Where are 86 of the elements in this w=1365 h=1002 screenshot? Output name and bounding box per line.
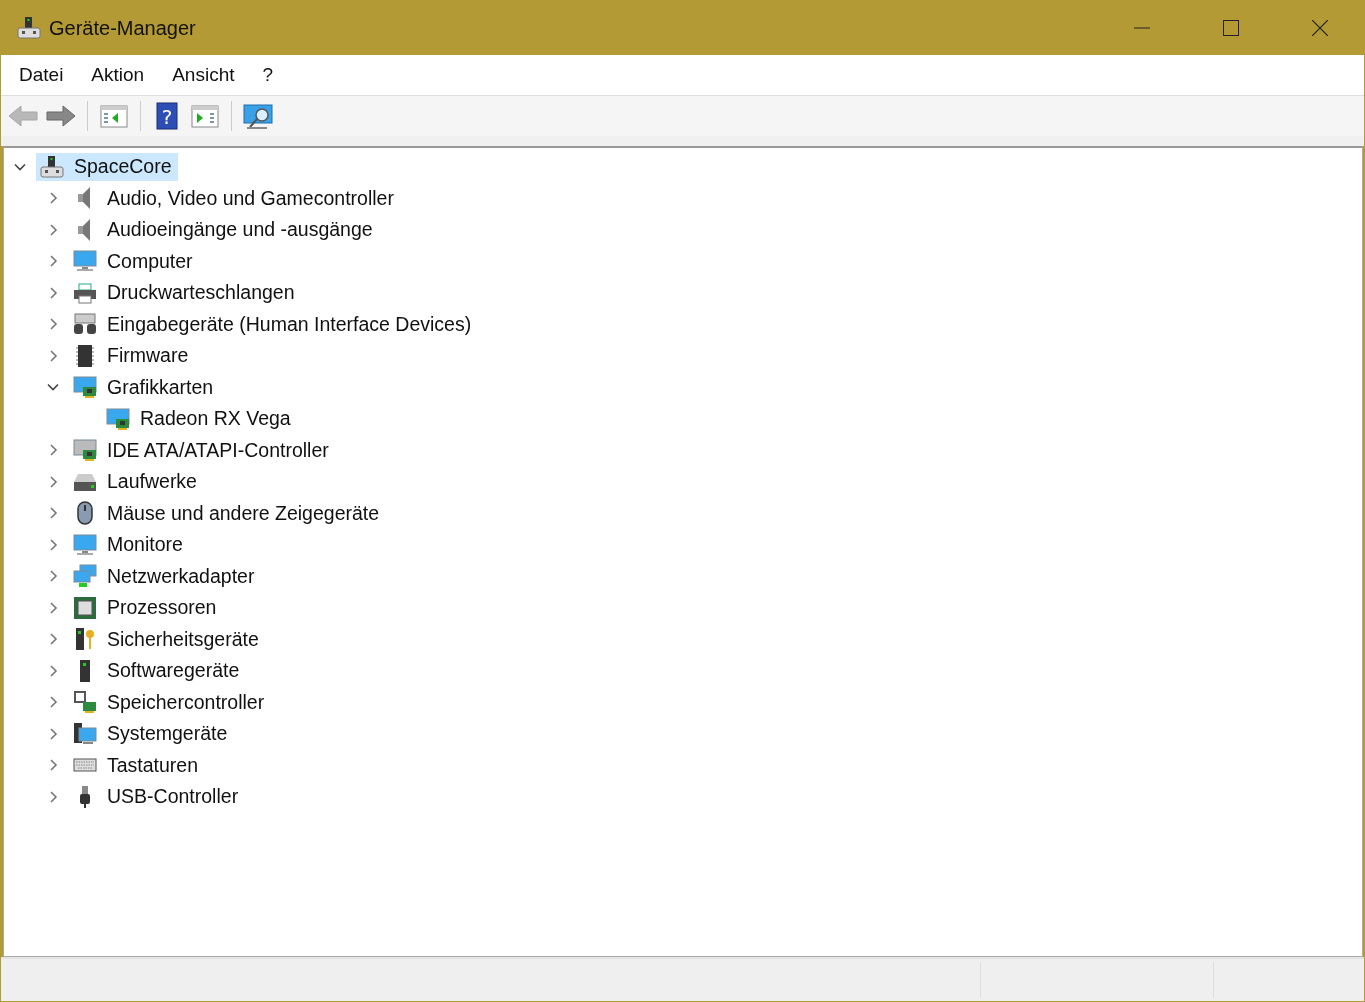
network-icon [73,564,97,589]
tree-item-label: Sicherheitsgeräte [107,627,259,651]
tree-item-label: SpaceCore [74,155,172,179]
expand-chevron-icon[interactable] [47,759,59,772]
display-card-icon [106,406,130,431]
tree-item[interactable]: Netzwerkadapter [69,562,261,591]
expand-chevron-icon[interactable] [47,507,59,520]
tree-item[interactable]: Computer [69,247,199,276]
tree-item[interactable]: Speichercontroller [69,688,271,717]
tree-item[interactable]: Laufwerke [69,467,203,496]
tree-item[interactable]: SpaceCore [36,152,178,181]
tree-item-label: Systemgeräte [107,722,228,746]
tree-item-label: Computer [107,249,193,273]
tree-item-label: Monitore [107,533,183,557]
tree-item-label: Mäuse und andere Zeigegeräte [107,501,380,525]
menu-item[interactable]: ? [262,64,274,86]
expand-chevron-icon[interactable] [47,633,59,646]
menu-item[interactable]: Ansicht [172,64,235,86]
tree-item[interactable]: Tastaturen [69,751,205,780]
menu-item[interactable]: Datei [19,64,64,86]
tree-item-label: Grafikkarten [107,375,214,399]
expand-chevron-icon[interactable] [47,223,59,236]
expand-chevron-icon[interactable] [47,790,59,803]
tree-item-label: Netzwerkadapter [107,564,255,588]
expand-chevron-icon[interactable] [47,696,59,709]
expand-chevron-icon[interactable] [47,286,59,299]
tree-item[interactable]: Eingabegeräte (Human Interface Devices) [69,310,478,339]
tree-item[interactable]: Prozessoren [69,593,223,622]
scan-monitor-icon[interactable] [242,102,274,130]
tree-item-label: Eingabegeräte (Human Interface Devices) [107,312,472,336]
tree-item-label: USB-Controller [107,785,239,809]
computer-node-icon [40,154,64,179]
tree-item[interactable]: Radeon RX Vega [102,404,297,433]
tree-item[interactable]: Druckwarteschlangen [69,278,301,307]
system-icon [73,721,97,746]
monitor-icon [73,249,97,274]
input-device-icon [73,312,97,337]
tree-item-label: Softwaregeräte [107,659,240,683]
tree-item[interactable]: USB-Controller [69,782,245,811]
expand-chevron-icon[interactable] [47,349,59,362]
tree-item-label: IDE ATA/ATAPI-Controller [107,438,329,462]
tree-item[interactable]: Monitore [69,530,189,559]
tree-item[interactable]: Sicherheitsgeräte [69,625,265,654]
tree-item[interactable]: Softwaregeräte [69,656,246,685]
tree-item-label: Firmware [107,344,189,368]
action-pane-icon[interactable] [189,102,221,130]
device-manager-icon [17,16,41,40]
processor-icon [73,595,97,620]
tree-item-label: Tastaturen [107,753,199,777]
expand-chevron-icon[interactable] [47,444,59,457]
tree-item-label: Speichercontroller [107,690,265,714]
expand-chevron-icon[interactable] [47,318,59,331]
expand-chevron-icon[interactable] [47,255,59,268]
tree-item-label: Radeon RX Vega [140,407,291,431]
console-tree-icon[interactable] [98,102,130,130]
tree-item[interactable]: Grafikkarten [69,373,220,402]
tree-item-label: Druckwarteschlangen [107,281,295,305]
tree-item[interactable]: Audioeingänge und -ausgänge [69,215,379,244]
display-card-icon [73,375,97,400]
expand-chevron-icon[interactable] [47,475,59,488]
printer-icon [73,280,97,305]
tree-item[interactable]: Audio, Video und Gamecontroller [69,184,400,213]
tree-item[interactable]: Systemgeräte [69,719,234,748]
tree-item-label: Prozessoren [107,596,217,620]
expand-chevron-icon[interactable] [47,570,59,583]
expand-chevron-icon[interactable] [47,727,59,740]
key-device-icon [73,627,97,652]
close-icon[interactable] [1312,20,1328,36]
expand-chevron-icon[interactable] [47,664,59,677]
tree-item-label: Audio, Video und Gamecontroller [107,186,394,210]
tree-item[interactable]: Mäuse und andere Zeigegeräte [69,499,386,528]
forward-arrow-icon[interactable] [45,102,77,130]
tree-item[interactable]: IDE ATA/ATAPI-Controller [69,436,335,465]
monitor-icon [73,532,97,557]
tree-item[interactable]: Firmware [69,341,195,370]
window-title: Geräte-Manager [49,16,196,40]
maximize-icon[interactable] [1223,20,1239,36]
expand-chevron-icon[interactable] [47,601,59,614]
tree-item-label: Audioeingänge und -ausgänge [107,218,373,242]
tree-item-label: Laufwerke [107,470,197,494]
menu-item[interactable]: Aktion [91,64,145,86]
expand-chevron-icon[interactable] [47,192,59,205]
controller-card-icon [73,438,97,463]
chip-icon [73,343,97,368]
storage-controller-icon [73,690,97,715]
expand-chevron-icon[interactable] [47,538,59,551]
